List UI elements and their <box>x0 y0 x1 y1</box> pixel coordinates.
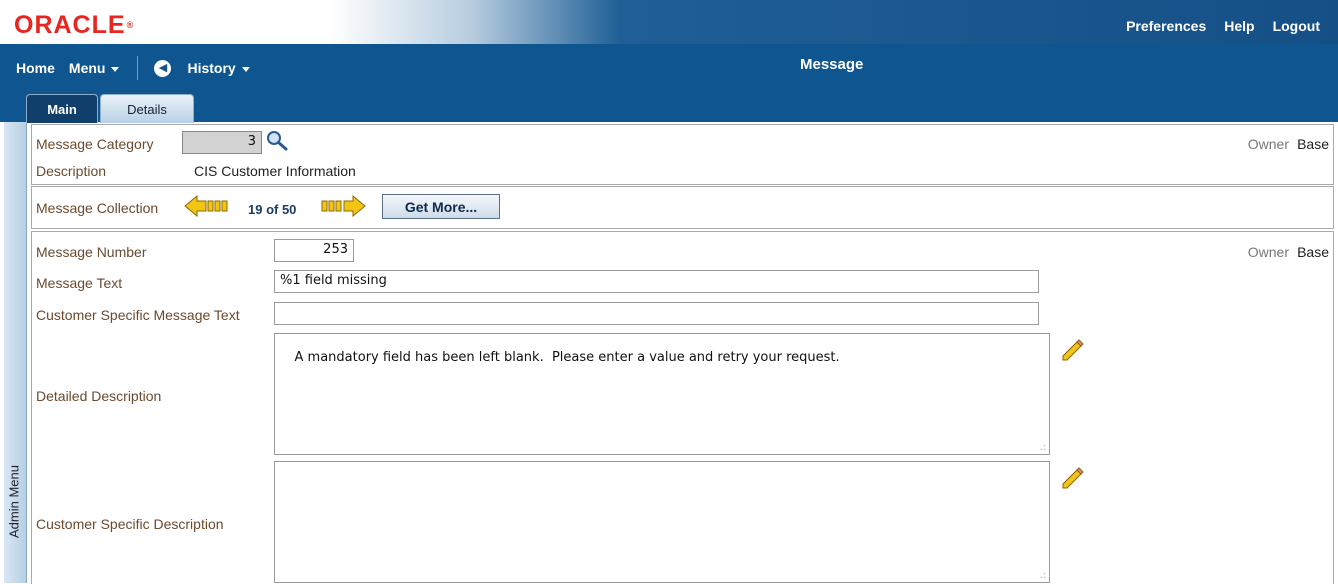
get-more-button[interactable]: Get More... <box>382 194 500 219</box>
detailed-description-label: Detailed Description <box>36 388 162 404</box>
tab-main[interactable]: Main <box>26 94 98 123</box>
admin-menu-toggle[interactable]: Admin Menu <box>4 122 27 583</box>
message-category-section: Message Category 3 Description CIS Custo… <box>31 124 1334 185</box>
description-value: CIS Customer Information <box>194 163 356 179</box>
owner-value: Base <box>1297 244 1329 260</box>
next-arrow-icon[interactable] <box>317 195 367 217</box>
customer-description-label: Customer Specific Description <box>36 516 224 532</box>
top-header: ORACLE® Preferences Help Logout <box>0 0 1338 44</box>
message-collection-section: Message Collection 19 of 50 Get More... <box>31 186 1334 229</box>
message-category-label: Message Category <box>36 136 154 152</box>
owner-value: Base <box>1297 136 1329 152</box>
nav-divider <box>137 56 139 80</box>
message-detail-section: Message Number 253 Owner Base Message Te… <box>31 231 1334 584</box>
history-dropdown[interactable]: History <box>187 60 250 76</box>
detailed-description-textarea[interactable]: A mandatory field has been left blank. P… <box>274 333 1050 455</box>
pencil-icon[interactable] <box>1059 336 1085 362</box>
detailed-description-text: A mandatory field has been left blank. P… <box>294 350 840 365</box>
chevron-down-icon <box>111 66 120 72</box>
previous-arrow-icon[interactable] <box>184 195 234 217</box>
message-text-label: Message Text <box>36 275 123 291</box>
menu-dropdown[interactable]: Menu <box>69 60 120 76</box>
customer-message-text-field[interactable] <box>274 302 1039 325</box>
top-links: Preferences Help Logout <box>1126 18 1320 34</box>
tab-details[interactable]: Details <box>100 94 194 123</box>
oracle-logo: ORACLE® <box>14 11 135 39</box>
search-icon[interactable] <box>264 129 290 151</box>
back-arrow-icon[interactable]: ◀ <box>154 59 172 77</box>
pencil-icon[interactable] <box>1059 464 1085 490</box>
resize-grip-icon[interactable]: .: <box>1039 571 1046 581</box>
resize-grip-icon[interactable]: .: <box>1039 443 1046 453</box>
home-link[interactable]: Home <box>16 60 55 76</box>
admin-menu-label: Admin Menu <box>6 465 22 538</box>
owner-label: Owner <box>1247 136 1289 152</box>
customer-description-textarea[interactable]: .: <box>274 461 1050 583</box>
message-number-label: Message Number <box>36 244 147 260</box>
page-title: Message <box>800 56 864 73</box>
preferences-link[interactable]: Preferences <box>1126 18 1206 34</box>
nav-bar: Home Menu ◀ History Message Main Details <box>0 44 1338 123</box>
message-text-field[interactable]: %1 field missing <box>274 270 1039 293</box>
chevron-down-icon <box>241 66 250 72</box>
message-number-field[interactable]: 253 <box>274 239 354 262</box>
message-category-field: 3 <box>182 131 262 154</box>
help-link[interactable]: Help <box>1224 18 1254 34</box>
logout-link[interactable]: Logout <box>1273 18 1320 34</box>
customer-message-text-label: Customer Specific Message Text <box>36 307 240 323</box>
collection-position: 19 of 50 <box>248 202 297 217</box>
description-label: Description <box>36 163 107 179</box>
message-collection-label: Message Collection <box>36 200 159 216</box>
owner-label: Owner <box>1247 244 1289 260</box>
